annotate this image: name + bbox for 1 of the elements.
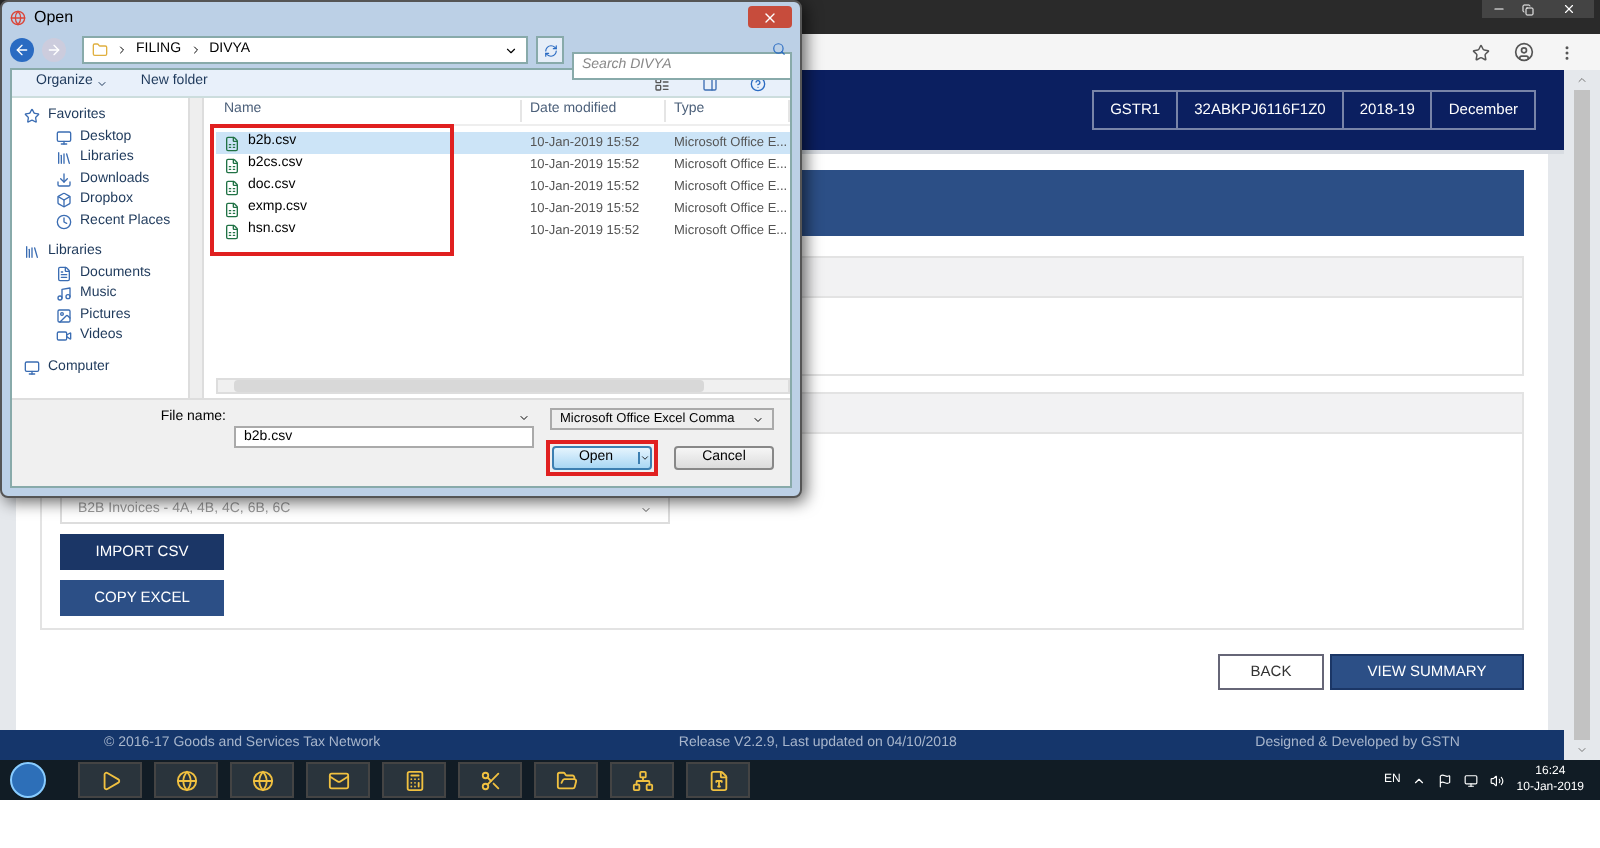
dialog-title: Open xyxy=(34,5,74,29)
